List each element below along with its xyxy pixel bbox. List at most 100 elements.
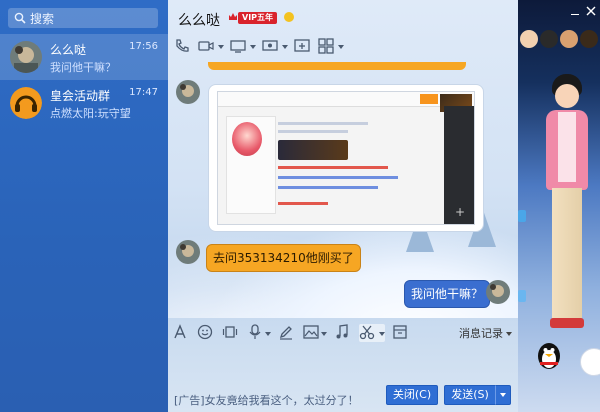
screenshot-orange-tab — [420, 94, 438, 104]
character-shoes — [550, 318, 584, 328]
panel-circle-button[interactable] — [580, 348, 600, 376]
message-bubble-self[interactable]: 我问他干嘛？ — [404, 280, 491, 308]
search-placeholder: 搜索 — [30, 11, 55, 26]
phone-icon — [176, 39, 189, 52]
show-panel — [518, 0, 600, 412]
side-ornament — [518, 210, 526, 222]
group-avatar — [10, 87, 42, 119]
character-thumb[interactable] — [540, 30, 558, 48]
text-line — [278, 202, 328, 205]
apps-button[interactable] — [318, 38, 344, 56]
message-bubble[interactable]: 去问353134210他刚买了 — [206, 244, 361, 272]
music-icon — [336, 324, 348, 339]
chevron-down-icon — [338, 45, 344, 49]
contact-time: 17:56 — [129, 41, 158, 52]
remote-desktop-button[interactable] — [262, 38, 288, 56]
document-button[interactable] — [392, 324, 410, 342]
message-input[interactable] — [172, 346, 512, 380]
text-line — [278, 122, 368, 125]
character-pants — [552, 188, 582, 318]
draw-button[interactable] — [278, 324, 296, 342]
screen-share-button[interactable] — [230, 38, 256, 56]
screenshot-button[interactable] — [359, 324, 385, 342]
chevron-down-icon — [218, 45, 224, 49]
draw-icon — [279, 326, 292, 340]
image-message-bubble[interactable]: + — [208, 84, 484, 232]
message-history-button[interactable]: 消息记录 — [459, 325, 512, 341]
font-icon — [174, 324, 186, 339]
search-icon — [14, 12, 26, 24]
shake-button[interactable] — [222, 324, 240, 342]
character-thumb[interactable] — [560, 30, 578, 48]
close-button[interactable]: 关闭(C) — [386, 385, 438, 405]
video-call-icon — [198, 41, 214, 51]
text-line — [278, 166, 388, 169]
font-button[interactable] — [172, 324, 190, 342]
send-options-button[interactable] — [495, 385, 511, 405]
chevron-down-icon — [379, 332, 385, 336]
remote-desktop-icon — [262, 40, 278, 51]
video-call-button[interactable] — [198, 38, 224, 56]
message-history-label: 消息记录 — [459, 327, 503, 340]
screen-share-icon — [230, 40, 246, 53]
message-area[interactable]: + 去问353134210他刚买了 我问他干嘛？ — [168, 62, 518, 318]
previous-message-bubble — [208, 62, 466, 70]
send-button[interactable]: 发送(S) — [444, 385, 496, 405]
chevron-down-icon — [282, 45, 288, 49]
text-line — [278, 130, 348, 133]
text-line — [278, 186, 378, 189]
chevron-down-icon — [506, 332, 512, 336]
apps-grid-icon — [318, 38, 334, 54]
minimize-button[interactable] — [568, 4, 582, 18]
emoji-icon — [197, 324, 213, 340]
chevron-down-icon — [250, 45, 256, 49]
sender-avatar[interactable] — [176, 240, 200, 264]
cartoon-girl-image — [232, 122, 262, 156]
smile-badge-icon[interactable] — [284, 12, 294, 22]
character-face — [555, 84, 579, 108]
minimize-icon — [571, 14, 579, 15]
avatar — [10, 41, 42, 73]
shake-icon — [222, 326, 238, 338]
contact-name: 么么哒 — [50, 43, 87, 57]
chat-toolbar — [174, 38, 350, 58]
chevron-down-icon — [500, 393, 506, 397]
window-close-button[interactable] — [584, 4, 598, 18]
voice-icon — [249, 324, 261, 339]
chevron-down-icon — [321, 332, 327, 336]
contact-preview: 点燃太阳:玩守望 — [50, 107, 131, 120]
chevron-down-icon — [265, 332, 271, 336]
qq-penguin-icon[interactable] — [536, 340, 562, 370]
screenshot-icon — [359, 325, 375, 340]
phone-button[interactable] — [174, 38, 192, 56]
vip-badge[interactable]: VIP五年 — [238, 12, 278, 24]
crown-icon — [229, 13, 237, 20]
chat-title[interactable]: 么么哒 — [178, 10, 220, 30]
contact-item-group[interactable]: 皇会活动群 点燃太阳:玩守望 17:47 — [0, 80, 168, 126]
chat-titlebar: 么么哒 VIP五年 — [168, 0, 518, 34]
music-button[interactable] — [334, 324, 352, 342]
character-vest — [558, 112, 576, 182]
emoji-button[interactable] — [197, 324, 215, 342]
character-thumb[interactable] — [520, 30, 538, 48]
contact-time: 17:47 — [129, 87, 158, 98]
chat-window: 么么哒 VIP五年 + 去问353134210他刚买了 我问他干嘛？ 消息记录 … — [168, 0, 518, 412]
game-banner — [278, 140, 348, 160]
screenshot-image[interactable]: + — [217, 91, 475, 225]
side-ornament — [518, 290, 526, 302]
show-character[interactable] — [538, 70, 596, 340]
self-avatar[interactable] — [486, 280, 510, 304]
ad-link[interactable]: [广告]女友竟给我看这个，太过分了！ — [174, 392, 359, 408]
contact-name: 皇会活动群 — [50, 89, 111, 103]
input-toolbar — [172, 322, 417, 344]
document-icon — [393, 325, 407, 339]
image-button[interactable] — [303, 324, 327, 342]
image-icon — [303, 325, 319, 339]
search-input[interactable]: 搜索 — [8, 8, 158, 28]
close-icon — [586, 6, 596, 16]
character-thumb[interactable] — [580, 30, 598, 48]
contact-item-memeda[interactable]: 么么哒 我问他干嘛？ 17:56 — [0, 34, 168, 80]
voice-button[interactable] — [247, 324, 271, 342]
sender-avatar[interactable] — [176, 80, 200, 104]
add-member-button[interactable] — [294, 38, 312, 56]
